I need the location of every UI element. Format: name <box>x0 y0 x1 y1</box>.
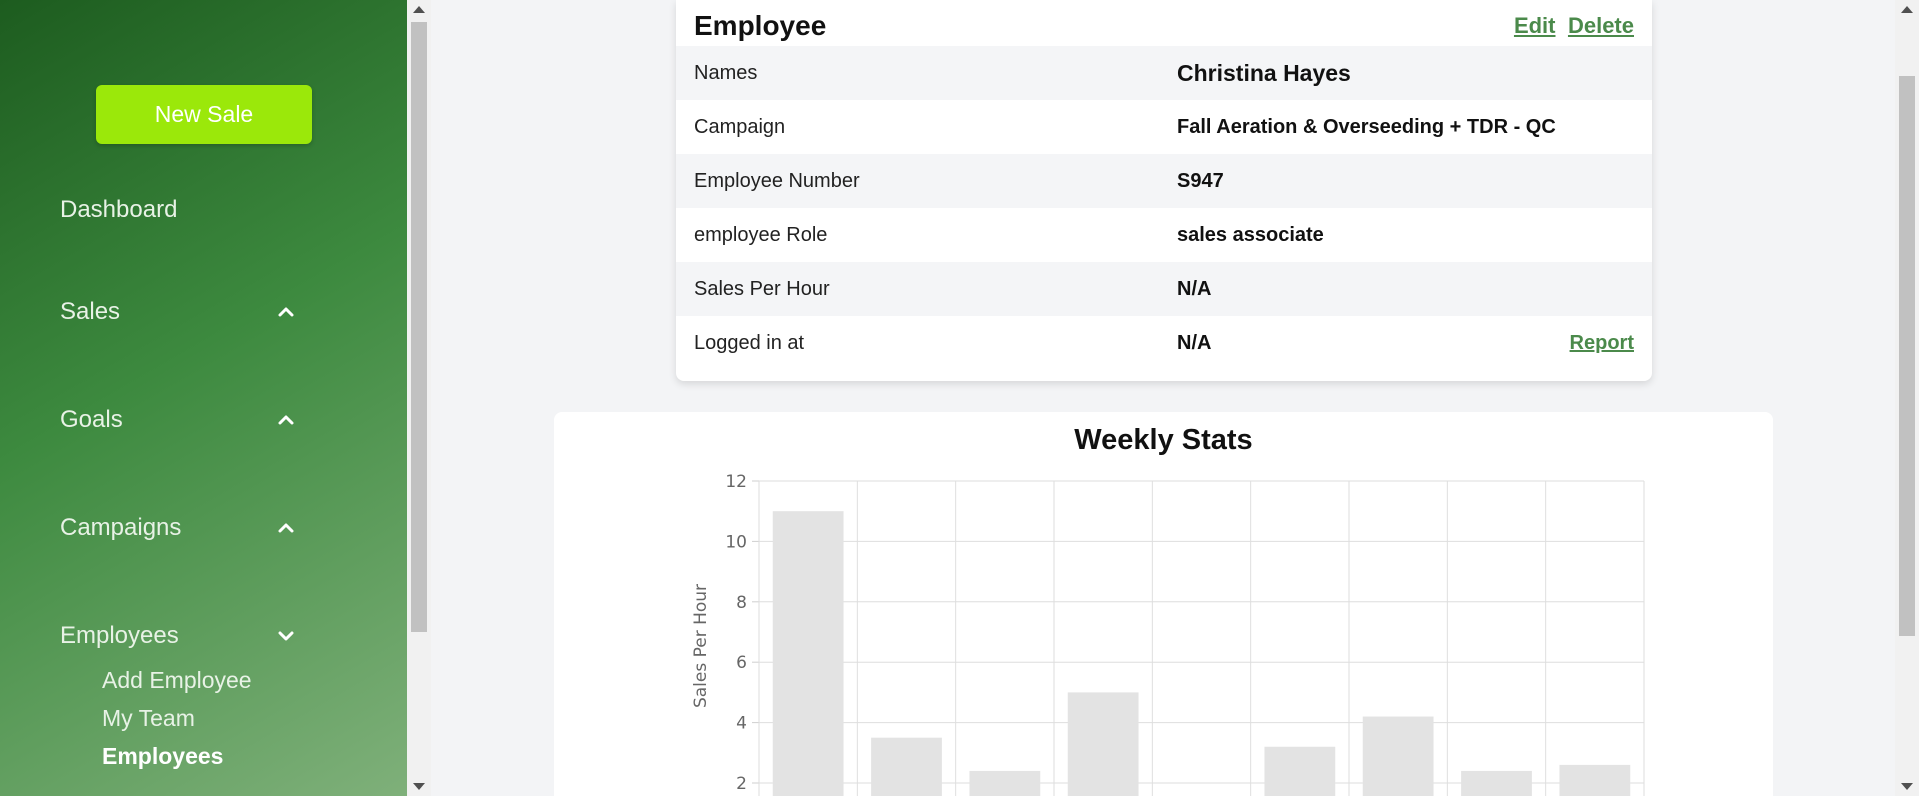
sidebar-item-employees[interactable]: Employees <box>60 618 300 654</box>
sidebar-item-dashboard[interactable]: Dashboard <box>60 192 300 228</box>
sidebar-item-sales[interactable]: Sales <box>60 294 300 330</box>
employee-card-title: Employee <box>694 10 827 41</box>
y-tick-label: 4 <box>736 714 747 734</box>
sidebar-item-campaigns[interactable]: Campaigns <box>60 510 300 546</box>
chart-bar <box>772 511 844 796</box>
chart-bar <box>1264 746 1336 796</box>
delete-link[interactable]: Delete <box>1568 13 1634 38</box>
scroll-up-arrow-icon[interactable] <box>1901 6 1913 13</box>
detail-label: employee Role <box>694 223 828 246</box>
detail-value: sales associate <box>1177 223 1324 246</box>
y-tick-label: 6 <box>736 653 747 673</box>
sidebar-subitem-employees[interactable]: Employees <box>102 743 223 770</box>
sidebar-item-label: Goals <box>60 406 123 433</box>
detail-label: Employee Number <box>694 169 860 192</box>
chart-title: Weekly Stats <box>1074 424 1253 456</box>
detail-value: N/A <box>1177 277 1212 300</box>
chevron-down-icon[interactable] <box>272 622 300 650</box>
chevron-up-icon[interactable] <box>272 514 300 542</box>
sidebar-scrollbar[interactable] <box>407 0 431 796</box>
scrollbar-thumb[interactable] <box>411 22 427 632</box>
sidebar-item-label: Campaigns <box>60 514 182 541</box>
chart-bar <box>969 770 1041 796</box>
detail-label: Names <box>694 61 758 84</box>
sidebar-subitem-my-team[interactable]: My Team <box>102 705 195 732</box>
detail-value: Christina Hayes <box>1177 59 1351 86</box>
detail-row-employee-role: employee Role sales associate <box>676 208 1652 262</box>
detail-row-sales-per-hour: Sales Per Hour N/A <box>676 262 1652 316</box>
sidebar-item-label: Sales <box>60 298 121 325</box>
chart-bar <box>871 737 942 796</box>
chevron-up-icon[interactable] <box>272 298 300 326</box>
detail-row-campaign: Campaign Fall Aeration & Overseeding + T… <box>676 100 1652 154</box>
page-scrollbar[interactable] <box>1895 0 1919 796</box>
scroll-down-arrow-icon[interactable] <box>1901 783 1913 790</box>
chevron-up-icon[interactable] <box>272 406 300 434</box>
sidebar-item-goals[interactable]: Goals <box>60 402 300 438</box>
sidebar-item-label: Employees <box>60 622 179 649</box>
detail-label: Campaign <box>694 115 786 138</box>
detail-label: Logged in at <box>694 331 805 354</box>
scroll-up-arrow-icon[interactable] <box>413 6 425 13</box>
detail-row-employee-number: Employee Number S947 <box>676 154 1652 208</box>
scrollbar-thumb[interactable] <box>1899 76 1915 636</box>
detail-value: S947 <box>1177 169 1224 192</box>
weekly-stats-chart: 2 4 6 8 10 12 Sales Per Hour <box>691 472 1645 796</box>
report-link[interactable]: Report <box>1570 332 1634 355</box>
weekly-stats-card: 2 4 6 8 10 12 Sales Per Hour Weekly Stats <box>554 412 1773 796</box>
chart-bar <box>1362 716 1434 796</box>
y-axis-label: Sales Per Hour <box>691 584 711 708</box>
employee-card-header: Employee Edit Delete <box>694 6 1634 46</box>
y-tick-label: 8 <box>736 593 747 613</box>
detail-value: Fall Aeration & Overseeding + TDR - QC <box>1177 115 1556 138</box>
detail-label: Sales Per Hour <box>694 277 830 300</box>
sidebar: New Sale Dashboard Sales Goals Campaigns… <box>0 0 407 796</box>
y-tick-label: 12 <box>725 472 747 492</box>
sidebar-item-label: Dashboard <box>60 196 178 223</box>
detail-value: N/A <box>1177 331 1212 354</box>
detail-row-names: Names Christina Hayes <box>676 46 1652 100</box>
employee-card: Employee Edit Delete Names Christina Hay… <box>676 0 1652 381</box>
chart-bar <box>1461 770 1532 796</box>
y-tick-label: 10 <box>725 532 747 552</box>
y-tick-label: 2 <box>736 774 747 794</box>
new-sale-button[interactable]: New Sale <box>96 85 312 144</box>
sidebar-subitem-add-employee[interactable]: Add Employee <box>102 667 252 694</box>
scroll-down-arrow-icon[interactable] <box>413 783 425 790</box>
chart-bar <box>1559 764 1631 796</box>
chart-bar <box>1067 692 1139 796</box>
detail-row-logged-in: Logged in at N/A Report <box>676 316 1652 370</box>
edit-link[interactable]: Edit <box>1514 13 1556 38</box>
